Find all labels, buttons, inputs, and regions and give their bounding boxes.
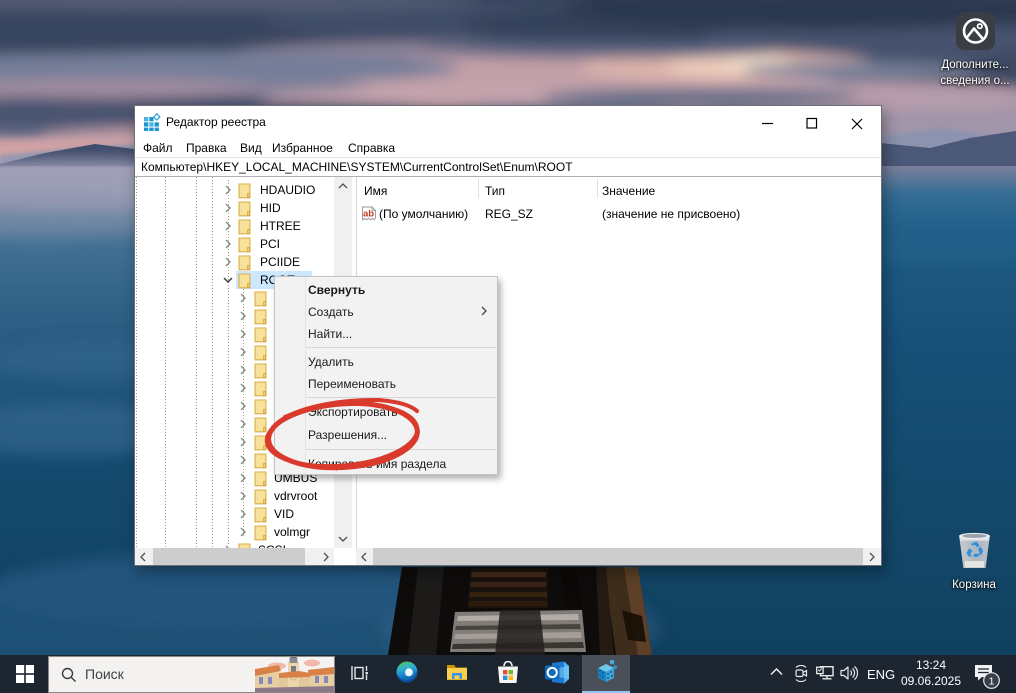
svg-text:1: 1 [989, 676, 995, 688]
svg-text:ab: ab [363, 209, 374, 220]
